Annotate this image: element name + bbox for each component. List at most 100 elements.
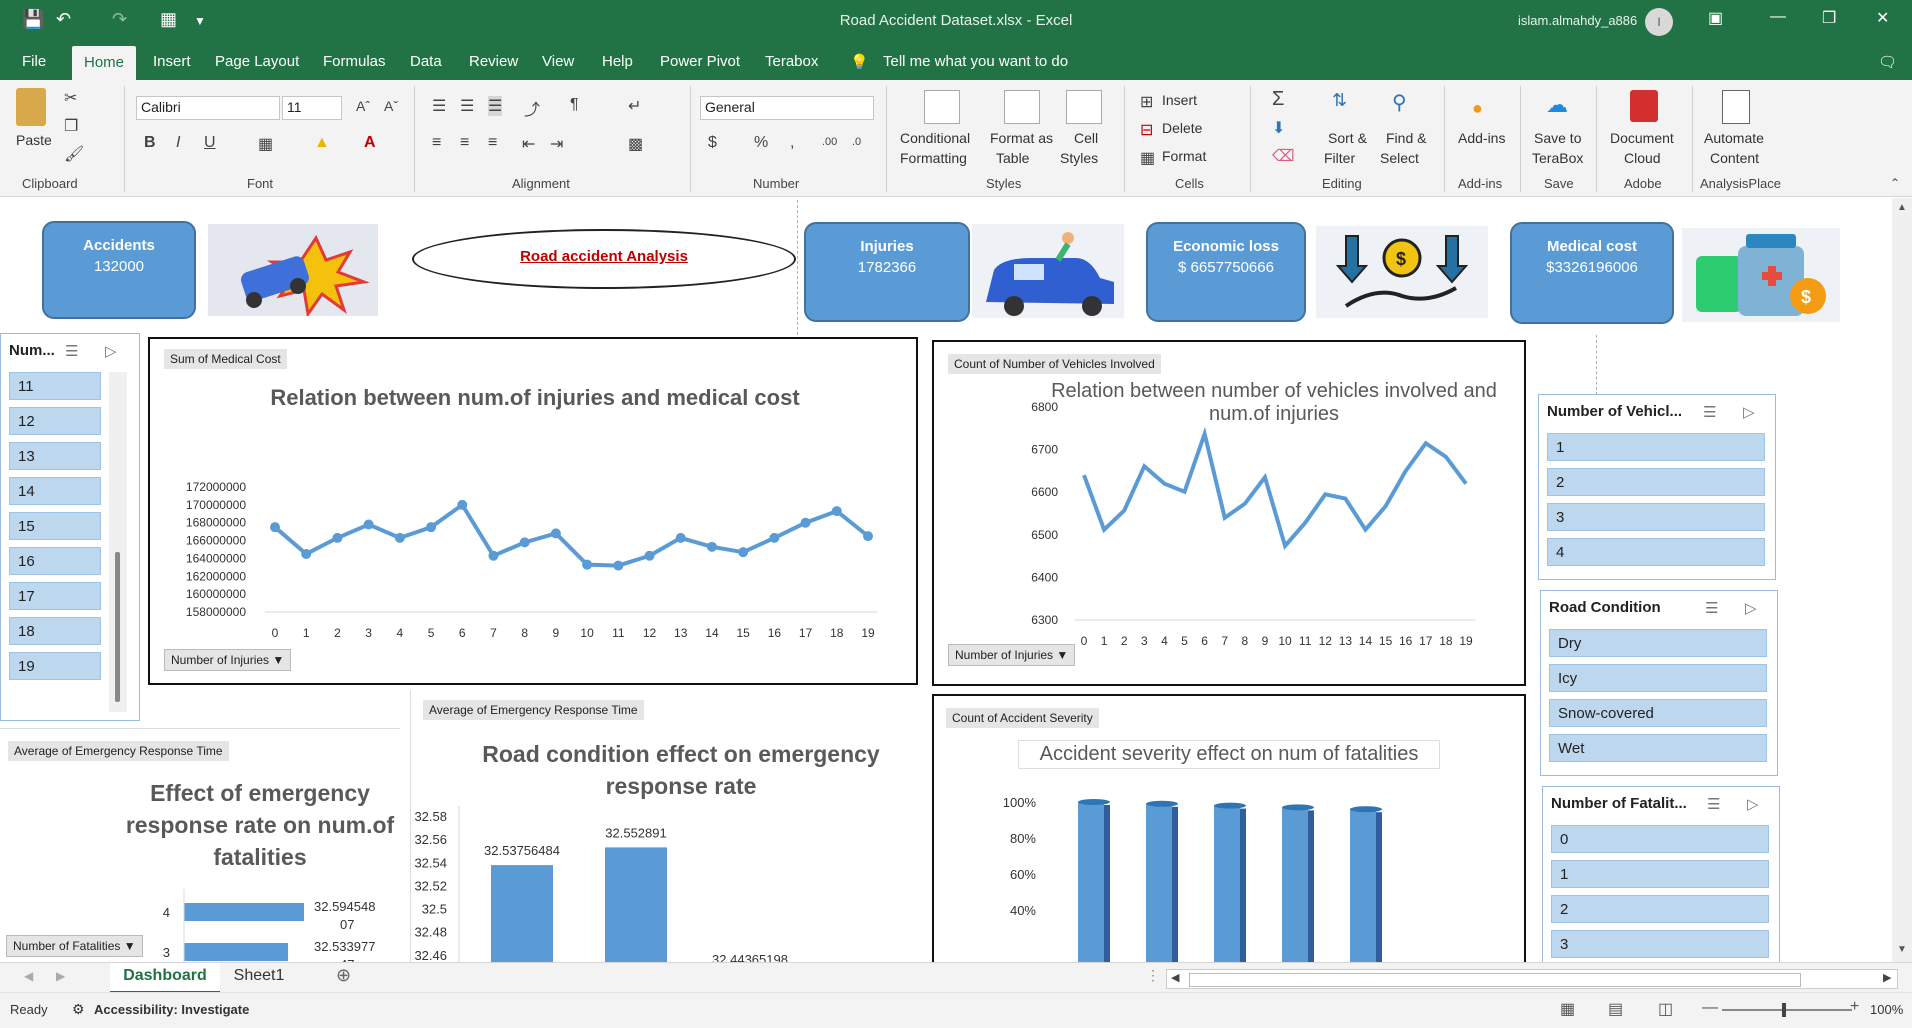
cut-icon[interactable]: ✂ xyxy=(64,88,77,108)
conditional-formatting-button[interactable]: Conditional xyxy=(900,130,970,146)
paste-button[interactable]: Paste xyxy=(16,132,52,148)
zoom-level[interactable]: 100% xyxy=(1870,1002,1903,1017)
scroll-left-icon[interactable]: ◀ xyxy=(1171,971,1179,984)
zoom-out-icon[interactable]: — xyxy=(1702,999,1718,1017)
slicer-item[interactable]: Icy xyxy=(1549,664,1767,692)
document-cloud-button[interactable]: Document xyxy=(1610,130,1674,146)
decrease-decimal-icon[interactable]: .0 xyxy=(852,136,861,148)
tab-formulas[interactable]: Formulas xyxy=(323,53,386,70)
merge-center-icon[interactable]: ▩ xyxy=(628,134,643,154)
font-size-select[interactable]: 11 xyxy=(282,96,342,120)
axis-field-button[interactable]: Number of Injuries ▼ xyxy=(164,649,292,671)
next-sheet-icon[interactable]: ▶ xyxy=(56,969,65,983)
avatar[interactable]: I xyxy=(1645,8,1673,36)
minimize-icon[interactable]: — xyxy=(1770,8,1786,26)
vertical-scrollbar[interactable]: ▲ ▼ xyxy=(1892,198,1912,962)
format-as-table-button[interactable]: Format as xyxy=(990,130,1053,146)
delete-cells-button[interactable]: Delete xyxy=(1162,120,1202,136)
slicer-item[interactable]: 0 xyxy=(1551,825,1769,853)
tab-file[interactable]: File xyxy=(22,53,46,70)
cell-styles-button[interactable]: Cell xyxy=(1074,130,1098,146)
slicer-item[interactable]: Dry xyxy=(1549,629,1767,657)
slicer-item[interactable]: Wet xyxy=(1549,734,1767,762)
split-handle-icon[interactable]: ⋮ xyxy=(1146,967,1160,984)
bold-icon[interactable]: B xyxy=(144,134,156,152)
delete-cells-icon[interactable]: ⊟ xyxy=(1140,120,1153,140)
slicer-item[interactable]: 14 xyxy=(9,477,101,505)
automate-content-icon[interactable] xyxy=(1722,90,1750,124)
copy-icon[interactable]: ❐ xyxy=(64,116,78,136)
increase-font-icon[interactable]: Aˆ xyxy=(356,98,370,114)
save-to-terabox-button-2[interactable]: TeraBox xyxy=(1532,150,1583,166)
chart-medical-cost[interactable]: Sum of Medical Cost Relation between num… xyxy=(148,337,918,685)
scroll-down-icon[interactable]: ▼ xyxy=(1897,944,1907,955)
axis-field-button[interactable]: Number of Injuries ▼ xyxy=(948,644,1076,666)
comments-icon[interactable]: 🗨 xyxy=(1878,53,1897,71)
borders-icon[interactable]: ▦ xyxy=(258,134,273,154)
slicer-item[interactable]: 1 xyxy=(1551,860,1769,888)
align-center-icon[interactable]: ≡ xyxy=(460,134,469,152)
align-left-icon[interactable]: ≡ xyxy=(432,134,441,152)
restore-icon[interactable]: ❐ xyxy=(1822,8,1836,28)
axis-field-button[interactable]: Number of Fatalities ▼ xyxy=(6,935,143,957)
clear-filter-icon[interactable]: ▷ xyxy=(1745,599,1757,617)
cell-styles-button-2[interactable]: Styles xyxy=(1060,150,1098,166)
find-select-button[interactable]: Find & xyxy=(1386,130,1426,146)
tab-help[interactable]: Help xyxy=(602,53,633,70)
font-color-icon[interactable]: A xyxy=(364,134,376,152)
slicer-item[interactable]: 13 xyxy=(9,442,101,470)
find-icon[interactable]: ⚲ xyxy=(1392,90,1407,115)
collapse-ribbon-icon[interactable]: ⌃ xyxy=(1890,176,1900,190)
slicer-item[interactable]: 3 xyxy=(1547,503,1765,531)
decrease-font-icon[interactable]: Aˇ xyxy=(384,98,398,114)
page-break-view-icon[interactable]: ◫ xyxy=(1658,999,1673,1019)
close-icon[interactable]: ✕ xyxy=(1876,8,1889,28)
tab-insert[interactable]: Insert xyxy=(153,53,191,70)
multi-select-icon[interactable]: ☰ xyxy=(1705,599,1718,617)
font-name-select[interactable]: Calibri xyxy=(136,96,280,120)
underline-icon[interactable]: U xyxy=(204,134,216,152)
accessibility-status[interactable]: Accessibility: Investigate xyxy=(94,1002,249,1017)
chart-response-fatalities[interactable]: Average of Emergency Response Time Effec… xyxy=(0,728,400,963)
zoom-in-icon[interactable]: + xyxy=(1850,998,1859,1016)
chart-severity[interactable]: Count of Accident Severity Accident seve… xyxy=(932,694,1526,966)
prev-sheet-icon[interactable]: ◀ xyxy=(24,969,33,983)
tab-power-pivot[interactable]: Power Pivot xyxy=(660,53,740,70)
adobe-pdf-icon[interactable] xyxy=(1630,90,1658,122)
zoom-slider-thumb[interactable] xyxy=(1782,1003,1786,1017)
multi-select-icon[interactable]: ☰ xyxy=(65,342,78,360)
add-ins-icon[interactable]: ● xyxy=(1472,98,1483,119)
sheet-tab-dashboard[interactable]: Dashboard xyxy=(110,963,220,994)
multi-select-icon[interactable]: ☰ xyxy=(1707,795,1720,813)
terabox-cloud-icon[interactable]: ☁ xyxy=(1546,92,1568,118)
slicer-item[interactable]: Snow-covered xyxy=(1549,699,1767,727)
find-select-button-2[interactable]: Select xyxy=(1380,150,1419,166)
slicer-item[interactable]: 3 xyxy=(1551,930,1769,958)
wrap-text-icon[interactable]: ↵ xyxy=(628,96,641,116)
orientation-icon[interactable]: ⤴ xyxy=(524,96,540,120)
insert-cells-icon[interactable]: ⊞ xyxy=(1140,92,1153,112)
tab-page-layout[interactable]: Page Layout xyxy=(215,53,299,70)
horizontal-scrollbar[interactable]: ◀ ▶ xyxy=(1166,969,1898,989)
decrease-indent-icon[interactable]: ⇤ xyxy=(522,134,535,154)
slicer-item[interactable]: 16 xyxy=(9,547,101,575)
increase-indent-icon[interactable]: ⇥ xyxy=(550,134,563,154)
align-right-icon[interactable]: ≡ xyxy=(488,134,497,152)
increase-decimal-icon[interactable]: .00 xyxy=(822,136,837,148)
page-layout-view-icon[interactable]: ▤ xyxy=(1608,999,1623,1019)
add-ins-button[interactable]: Add-ins xyxy=(1458,130,1505,146)
automate-content-button[interactable]: Automate xyxy=(1704,130,1764,146)
chart-vehicles[interactable]: Count of Number of Vehicles Involved Rel… xyxy=(932,340,1526,686)
chart-road-response[interactable]: Average of Emergency Response Time Road … xyxy=(410,690,931,962)
cell-styles-icon[interactable] xyxy=(1066,90,1102,124)
tab-data[interactable]: Data xyxy=(410,53,442,70)
normal-view-icon[interactable]: ▦ xyxy=(1560,999,1575,1019)
comma-icon[interactable]: , xyxy=(790,134,794,152)
align-middle-icon[interactable]: ☰ xyxy=(460,96,474,116)
sort-filter-button[interactable]: Sort & xyxy=(1328,130,1367,146)
format-cells-icon[interactable]: ▦ xyxy=(1140,148,1155,168)
slicer-scrollbar[interactable] xyxy=(109,372,127,712)
percent-icon[interactable]: % xyxy=(754,134,768,152)
scrollbar-thumb[interactable] xyxy=(1189,973,1801,987)
tab-view[interactable]: View xyxy=(542,53,574,70)
